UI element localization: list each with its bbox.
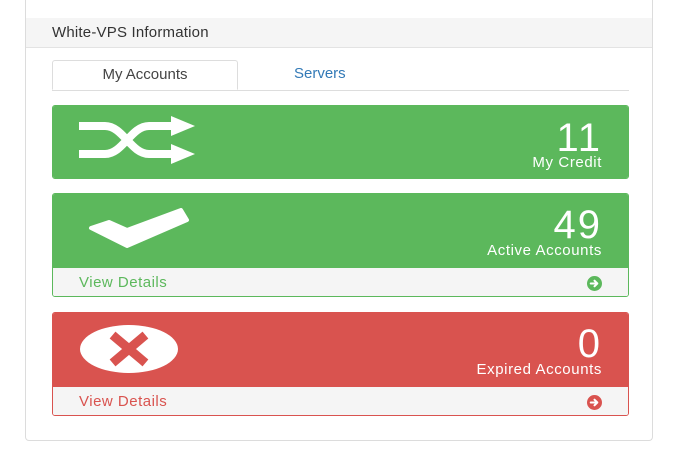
- expired-accounts-value: 0: [577, 322, 602, 366]
- credit-card: 11 My Credit: [52, 105, 629, 179]
- credit-label: My Credit: [532, 154, 602, 171]
- active-view-details-label: View Details: [79, 274, 168, 291]
- active-accounts-card: 49 Active Accounts View Details: [52, 193, 629, 297]
- arrow-circle-right-icon: [587, 395, 602, 410]
- x-circle-icon: [80, 325, 178, 373]
- active-accounts-value: 49: [553, 203, 602, 247]
- tab-my-accounts[interactable]: My Accounts: [52, 60, 238, 90]
- credit-card-header: 11 My Credit: [53, 106, 628, 178]
- expired-view-details-label: View Details: [79, 393, 168, 410]
- panel-title: White-VPS Information: [52, 24, 209, 41]
- info-panel: White-VPS Information My Accounts Server…: [25, 0, 653, 441]
- expired-accounts-header: 0 Expired Accounts: [53, 313, 628, 387]
- arrow-circle-right-icon: [587, 276, 602, 291]
- credit-value: 11: [556, 116, 602, 160]
- expired-accounts-card: 0 Expired Accounts View Details: [52, 312, 629, 416]
- active-accounts-label: Active Accounts: [487, 242, 602, 259]
- tab-bar: My Accounts Servers: [52, 60, 629, 91]
- shuffle-icon: [79, 116, 195, 164]
- checkmark-icon: [89, 208, 189, 248]
- expired-view-details-link[interactable]: View Details: [53, 387, 628, 415]
- active-accounts-header: 49 Active Accounts: [53, 194, 628, 268]
- panel-heading: White-VPS Information: [26, 18, 652, 48]
- tab-servers[interactable]: Servers: [280, 60, 360, 90]
- active-view-details-link[interactable]: View Details: [53, 268, 628, 296]
- expired-accounts-label: Expired Accounts: [476, 361, 602, 378]
